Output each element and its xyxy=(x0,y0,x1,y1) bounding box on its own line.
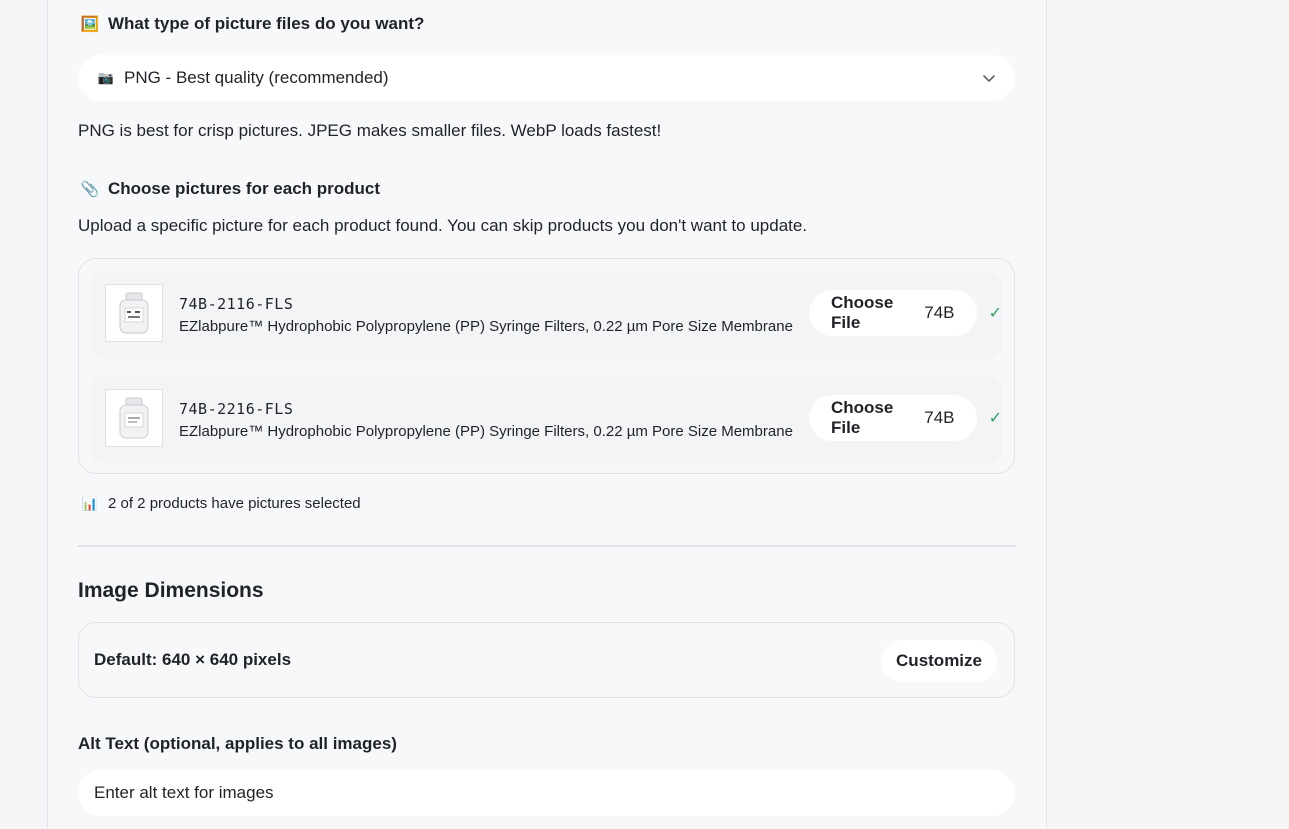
product-name: EZlabpure™ Hydrophobic Polypropylene (PP… xyxy=(179,423,793,440)
default-dimensions: Default: 640 × 640 pixels xyxy=(94,650,292,669)
format-heading: 🖼️ What type of picture files do you wan… xyxy=(80,14,425,34)
check-icon: ✓ xyxy=(988,305,1002,322)
file-picker: Choose File 74B-2216-FLS.png ✓ xyxy=(809,395,1002,441)
dimensions-box: Default: 640 × 640 pixels Customize xyxy=(78,622,1015,698)
selected-file-name: 74B-2216-FLS.png xyxy=(924,408,955,427)
choose-file-label: Choose File xyxy=(831,293,894,332)
selection-status: 📊 2 of 2 products have pictures selected xyxy=(80,495,361,512)
product-name: EZlabpure™ Hydrophobic Polypropylene (PP… xyxy=(179,318,793,335)
image-dimensions-title: Image Dimensions xyxy=(78,579,264,602)
product-row: 74B-2116-FLS EZlabpure™ Hydrophobic Poly… xyxy=(91,271,1002,359)
bar-chart-icon: 📊 xyxy=(81,495,99,511)
choose-file-button[interactable]: Choose File 74B-2216-FLS.png xyxy=(809,395,977,441)
product-row: 74B-2216-FLS EZlabpure™ Hydrophobic Poly… xyxy=(91,376,1002,464)
file-picker: Choose File 74B-2116-FLS.png ✓ xyxy=(809,290,1002,336)
selected-file-name: 74B-2116-FLS.png xyxy=(924,303,955,322)
format-select[interactable]: 📷 PNG - Best quality (recommended) xyxy=(78,55,1015,101)
format-help-text: PNG is best for crisp pictures. JPEG mak… xyxy=(78,121,662,140)
format-select-value: PNG - Best quality (recommended) xyxy=(124,68,389,87)
product-thumbnail xyxy=(105,389,163,447)
product-bottle-image xyxy=(119,397,149,439)
section-divider xyxy=(78,545,1016,547)
picture-icon: 🖼️ xyxy=(80,16,100,33)
product-sku: 74B-2216-FLS xyxy=(179,400,294,418)
products-description: Upload a specific picture for each produ… xyxy=(78,216,808,235)
camera-icon: 📷 xyxy=(97,70,115,85)
product-list: 74B-2116-FLS EZlabpure™ Hydrophobic Poly… xyxy=(78,258,1015,474)
alt-text-label: Alt Text (optional, applies to all image… xyxy=(78,734,397,753)
check-icon: ✓ xyxy=(988,410,1002,427)
customize-button[interactable]: Customize xyxy=(881,640,997,682)
selection-status-text: 2 of 2 products have pictures selected xyxy=(108,495,361,512)
paperclip-icon: 📎 xyxy=(80,181,100,198)
choose-file-label: Choose File xyxy=(831,398,894,437)
products-heading-label: Choose pictures for each product xyxy=(108,179,381,198)
alt-text-input[interactable] xyxy=(78,770,1015,816)
format-heading-label: What type of picture files do you want? xyxy=(108,14,425,33)
chevron-down-icon xyxy=(983,75,995,82)
choose-file-button[interactable]: Choose File 74B-2116-FLS.png xyxy=(809,290,977,336)
product-sku: 74B-2116-FLS xyxy=(179,295,294,313)
product-bottle-image xyxy=(119,292,149,334)
product-thumbnail xyxy=(105,284,163,342)
products-heading: 📎 Choose pictures for each product xyxy=(80,179,380,199)
